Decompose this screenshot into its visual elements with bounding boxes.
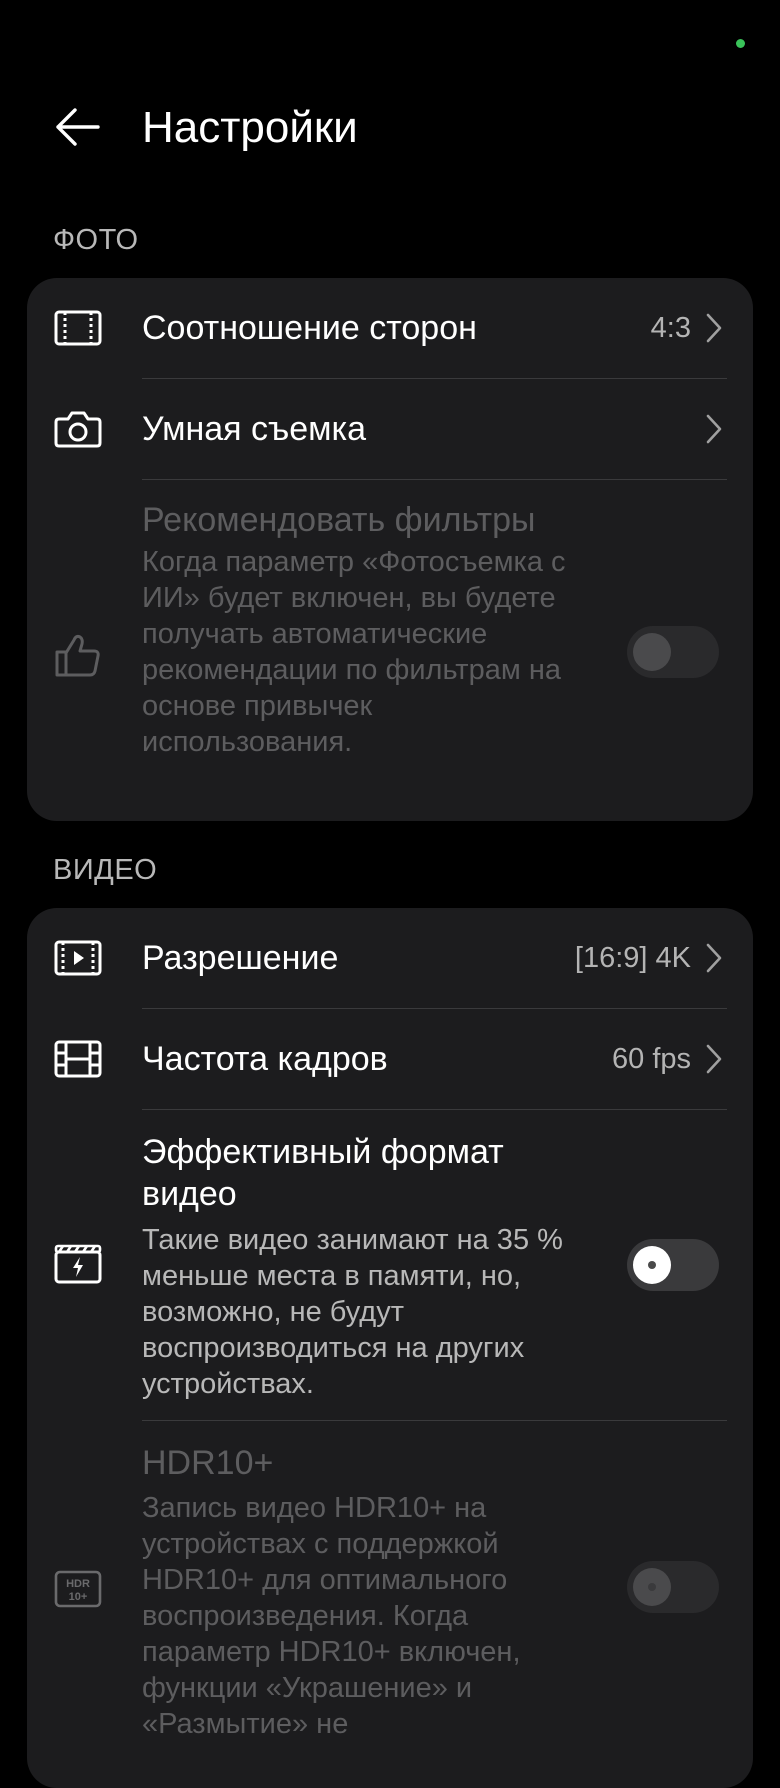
recommend-filters-label: Рекомендовать фильтры (142, 501, 536, 539)
efficient-format-description: Такие видео занимают на 35 % меньше мест… (142, 1224, 563, 1400)
photo-settings-card: Соотношение сторон 4:3 Умная съемка Реко… (27, 278, 753, 821)
toggle-knob (633, 1246, 671, 1284)
efficient-format-label: Эффективный формат видео (142, 1133, 504, 1213)
recommend-filters-description: Когда параметр «Фотосъемка с ИИ» будет в… (142, 546, 566, 758)
back-arrow-icon (56, 108, 100, 146)
video-settings-card: Разрешение [16:9] 4K Частота кадров 60 f… (27, 908, 753, 1788)
chevron-right-icon (706, 943, 722, 973)
recommend-filters-toggle[interactable] (627, 626, 719, 678)
hdr10-plus-icon: HDR 10+ (53, 1564, 103, 1614)
frame-rate-label: Частота кадров (142, 1040, 388, 1078)
resolution-value: [16:9] 4K (574, 942, 691, 974)
chevron-right-icon (706, 313, 722, 343)
resolution-row[interactable]: Разрешение [16:9] 4K (27, 908, 753, 1008)
toggle-knob (633, 633, 671, 671)
page-title: Настройки (142, 103, 358, 152)
frame-rate-value: 60 fps (612, 1043, 691, 1075)
chevron-right-icon (706, 414, 722, 444)
hdr10-description: Запись видео HDR10+ на устройствах с под… (142, 1492, 521, 1740)
hdr10-icon-text-top: HDR (66, 1578, 90, 1590)
video-resolution-icon (53, 933, 103, 983)
toggle-knob-dot (648, 1261, 656, 1269)
header: Настройки (0, 88, 780, 168)
status-indicator-dot (736, 39, 745, 48)
toggle-knob (633, 1568, 671, 1606)
aspect-ratio-row[interactable]: Соотношение сторон 4:3 (27, 278, 753, 378)
section-title-video: ВИДЕО (53, 854, 158, 886)
thumbs-up-icon (53, 630, 103, 680)
frame-rate-row[interactable]: Частота кадров 60 fps (27, 1009, 753, 1109)
efficient-format-toggle[interactable] (627, 1239, 719, 1291)
back-button[interactable] (46, 96, 108, 158)
hdr10-toggle[interactable] (627, 1561, 719, 1613)
smart-shooting-row[interactable]: Умная съемка (27, 379, 753, 479)
aspect-ratio-icon (53, 303, 103, 353)
chevron-right-icon (706, 1044, 722, 1074)
aspect-ratio-label: Соотношение сторон (142, 309, 477, 347)
toggle-knob-dot (648, 1583, 656, 1591)
resolution-label: Разрешение (142, 939, 339, 977)
camera-icon (53, 404, 103, 454)
efficient-format-row[interactable]: Эффективный формат видео Такие видео зан… (27, 1110, 753, 1420)
recommend-filters-row: Рекомендовать фильтры Когда параметр «Фо… (27, 480, 753, 821)
hdr10-row: HDR 10+ HDR10+ Запись видео HDR10+ на ус… (27, 1421, 753, 1788)
hdr10-icon-text-bottom: 10+ (69, 1591, 88, 1603)
hdr10-label: HDR10+ (142, 1444, 274, 1482)
smart-shooting-label: Умная съемка (142, 410, 367, 448)
efficient-video-icon (53, 1240, 103, 1290)
section-title-photo: ФОТО (53, 224, 139, 256)
film-icon (53, 1034, 103, 1084)
aspect-ratio-value: 4:3 (650, 312, 691, 344)
